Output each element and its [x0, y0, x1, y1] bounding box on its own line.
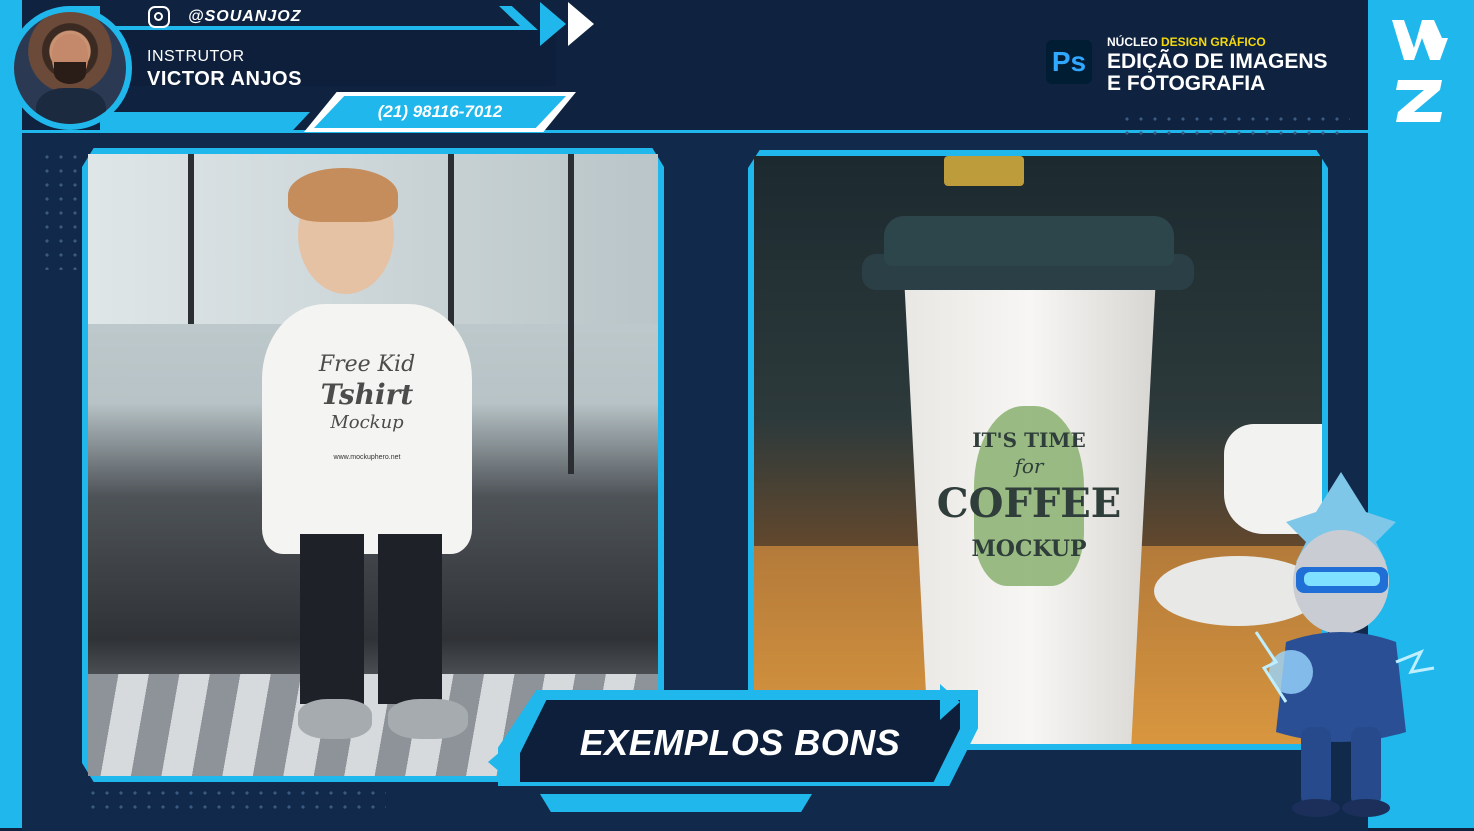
- cup-lid-top: [884, 216, 1174, 266]
- nucleo-highlight: DESIGN GRÁFICO: [1161, 35, 1266, 49]
- photoshop-icon: Ps: [1046, 40, 1092, 84]
- dot-pattern: [1120, 112, 1350, 142]
- cup-text-line4: MOCKUP: [971, 536, 1087, 562]
- kid-shoe-right: [388, 699, 468, 739]
- shirt-url: www.mockuphero.net: [333, 454, 401, 461]
- instructor-label: INSTRUTOR: [147, 48, 245, 65]
- dot-pattern-bottom: [86, 786, 386, 816]
- chevron-decoration-1: [540, 2, 566, 46]
- dot-pattern-left: [40, 150, 80, 270]
- vz-logo-icon: [1392, 20, 1448, 122]
- kid-leg-left: [300, 534, 364, 704]
- nucleo-prefix: NÚCLEO: [1107, 35, 1158, 49]
- instagram-icon: [148, 6, 170, 28]
- cup-text-line1: IT'S TIME: [972, 428, 1086, 452]
- banner-title: EXEMPLOS BONS: [579, 722, 901, 763]
- phone-number[interactable]: (21) 98116-7012: [314, 102, 566, 122]
- instructor-name: VICTOR ANJOS: [147, 68, 302, 90]
- shirt-text-line2: Tshirt: [320, 378, 414, 411]
- frame-left-border: [0, 0, 22, 828]
- nucleo-label: NÚCLEO DESIGN GRÁFICO: [1107, 35, 1266, 49]
- kid-tshirt: Free Kid Tshirt Mockup www.mockuphero.ne…: [262, 304, 472, 554]
- name-underline-bar: [100, 112, 310, 130]
- course-title-line2: E FOTOGRAFIA: [1107, 72, 1266, 95]
- coffee-cup-mockup-photo: IT'S TIME for COFFEE MOCKUP: [754, 156, 1322, 744]
- instagram-handle[interactable]: @SOUANJOZ: [188, 8, 302, 26]
- banner-chevron-right: [940, 684, 960, 720]
- kid-shoe-left: [298, 699, 372, 739]
- window-divider: [188, 154, 194, 324]
- avatar: [14, 12, 126, 124]
- shirt-text-line1: Free Kid: [318, 352, 416, 377]
- cup-text-line3: COFFEE: [936, 480, 1122, 527]
- course-title-line1: EDIÇÃO DE IMAGENS: [1107, 50, 1328, 73]
- avatar-beard: [54, 62, 86, 84]
- kid-tshirt-mockup-photo: Free Kid Tshirt Mockup www.mockuphero.ne…: [88, 154, 658, 776]
- kid-leg-right: [378, 534, 442, 704]
- kid-hair: [288, 168, 398, 222]
- shirt-text-line3: Mockup: [330, 412, 404, 433]
- window-divider: [568, 154, 574, 474]
- avatar-body: [36, 88, 106, 124]
- banner-bottom-bar: [540, 794, 812, 812]
- cup-text-line2: for: [1014, 454, 1044, 478]
- background-light: [944, 156, 1024, 186]
- chevron-decoration-2: [568, 2, 594, 46]
- mascot-character-icon: [1254, 472, 1435, 817]
